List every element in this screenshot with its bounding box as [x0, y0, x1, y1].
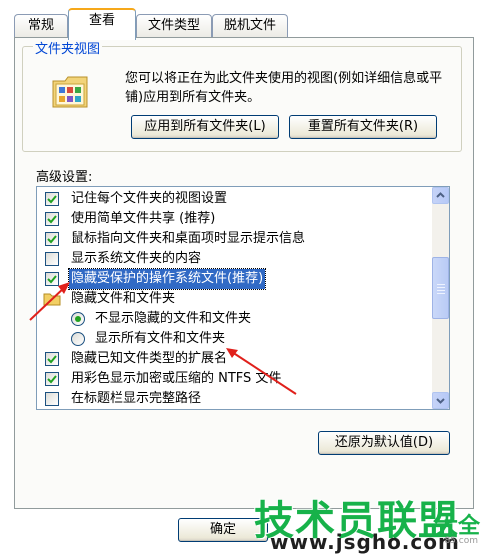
red-arrow-icon [29, 285, 67, 321]
watermark-logo: 技术员联盟 大全 www.jsgho.com 85.com [250, 488, 482, 556]
restore-defaults-button[interactable]: 还原为默认值(D) [318, 431, 450, 455]
watermark-url: www.jsgho.com [270, 530, 460, 554]
tab-view-label: 查看 [88, 13, 115, 28]
annotation-arrows [29, 282, 297, 395]
tab-view[interactable]: 查看 [68, 8, 136, 40]
arrow-head-icon [226, 348, 238, 358]
watermark-small-text: 85.com [444, 536, 478, 546]
red-arrow-icon [231, 351, 297, 395]
